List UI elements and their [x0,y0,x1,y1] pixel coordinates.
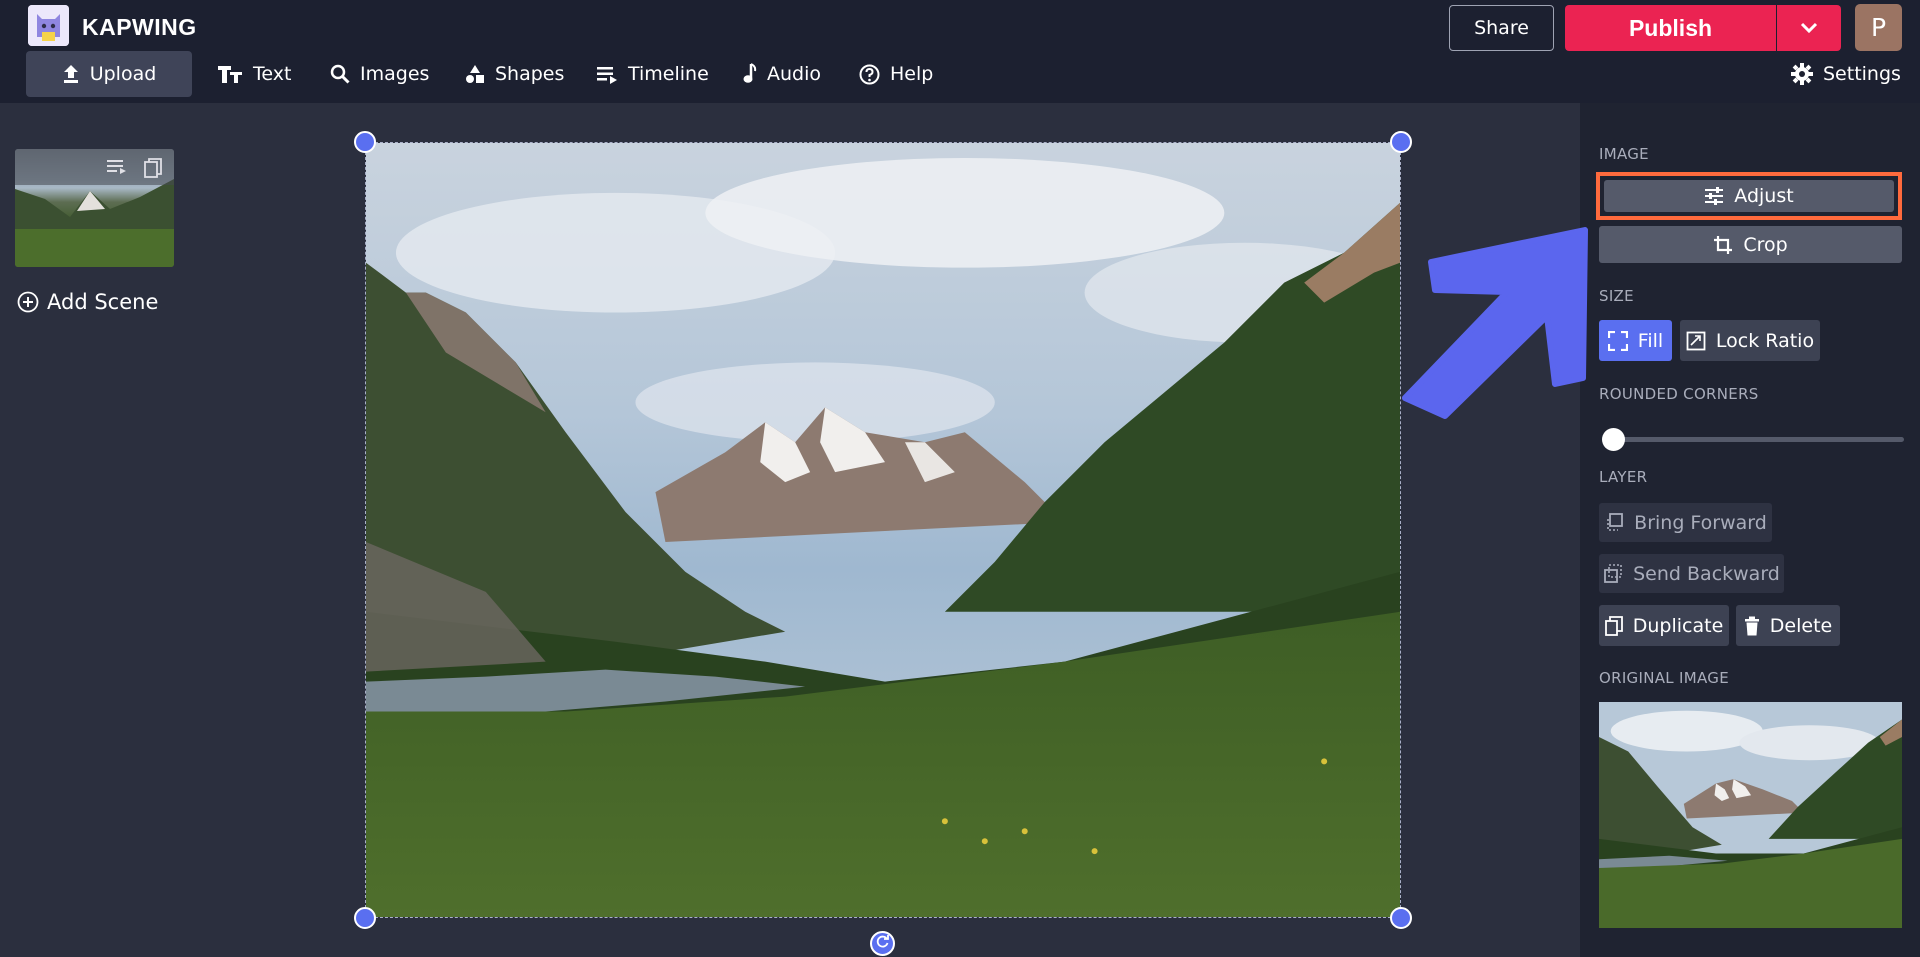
nav-timeline-label: Timeline [628,63,709,85]
publish-button[interactable]: Publish [1565,5,1776,51]
duplicate-button[interactable]: Duplicate [1599,605,1729,646]
lock-ratio-button[interactable]: Lock Ratio [1680,320,1820,361]
add-scene-label: Add Scene [47,290,159,314]
nav-audio[interactable]: Audio [743,51,821,97]
search-icon [330,64,350,84]
nav-audio-label: Audio [767,63,822,85]
original-image-section-label: ORIGINAL IMAGE [1599,669,1729,687]
adjust-button[interactable]: Adjust [1604,180,1894,212]
image-section-label: IMAGE [1599,145,1649,163]
chevron-down-icon [1800,19,1818,38]
nav-timeline[interactable]: Timeline [596,51,709,97]
aspect-ratio-icon [1686,331,1706,351]
nav-settings-label: Settings [1823,63,1901,85]
rounded-corners-slider-knob[interactable] [1602,428,1625,451]
send-backward-label: Send Backward [1633,562,1780,585]
publish-dropdown-button[interactable] [1777,5,1841,51]
brand-name: KAPWING [82,14,197,40]
crop-label: Crop [1743,233,1788,256]
nav-help-label: Help [890,63,934,85]
gear-icon [1791,63,1813,85]
resize-handle-bottom-right[interactable] [1390,907,1412,929]
nav-upload[interactable]: Upload [26,51,192,97]
upload-icon [62,64,80,84]
kapwing-logo[interactable] [28,5,69,46]
crop-icon [1713,235,1733,255]
crop-button[interactable]: Crop [1599,226,1902,263]
nav-text[interactable]: Text [217,51,291,97]
timeline-icon [596,64,618,84]
trash-icon [1744,616,1760,636]
rotate-icon [875,934,890,953]
bring-forward-label: Bring Forward [1634,511,1767,534]
duplicate-scene-icon[interactable] [143,157,163,179]
lock-ratio-label: Lock Ratio [1715,329,1815,352]
bring-forward-icon [1604,512,1624,533]
delete-button[interactable]: Delete [1736,605,1840,646]
annotation-arrow [1402,227,1588,419]
fill-label: Fill [1637,329,1664,352]
sliders-icon [1704,187,1724,205]
user-avatar[interactable]: P [1855,4,1902,51]
expand-icon [1607,330,1628,351]
bring-forward-button[interactable]: Bring Forward [1599,503,1772,542]
reorder-icon[interactable] [106,157,128,175]
resize-handle-top-left[interactable] [354,131,376,153]
layer-section-label: LAYER [1599,468,1648,486]
text-icon [217,64,243,84]
nav-shapes-label: Shapes [495,63,565,85]
resize-handle-bottom-left[interactable] [354,907,376,929]
rounded-corners-section-label: ROUNDED CORNERS [1599,385,1759,403]
nav-text-label: Text [253,63,292,85]
resize-handle-top-right[interactable] [1390,131,1412,153]
rounded-corners-slider-track[interactable] [1605,437,1904,442]
canvas-image[interactable] [365,142,1401,918]
original-image-preview [1599,702,1902,928]
shapes-icon [465,64,485,84]
help-icon [859,64,880,85]
delete-label: Delete [1769,614,1833,637]
copy-icon [1604,615,1623,636]
plus-circle-icon [17,291,39,313]
duplicate-label: Duplicate [1632,614,1724,637]
adjust-label: Adjust [1734,185,1794,207]
nav-shapes[interactable]: Shapes [465,51,564,97]
landscape-photo [366,143,1400,917]
add-scene-button[interactable]: Add Scene [17,290,158,314]
send-backward-button[interactable]: Send Backward [1599,554,1784,593]
nav-images[interactable]: Images [330,51,429,97]
music-note-icon [743,63,757,85]
nav-upload-label: Upload [89,63,157,85]
share-button[interactable]: Share [1449,5,1554,51]
fill-button[interactable]: Fill [1599,320,1672,361]
nav-images-label: Images [360,63,430,85]
nav-settings[interactable]: Settings [1791,51,1901,97]
send-backward-icon [1603,563,1623,584]
nav-help[interactable]: Help [859,51,933,97]
rotate-handle[interactable] [870,931,895,956]
scene-thumbnail[interactable] [15,149,174,267]
